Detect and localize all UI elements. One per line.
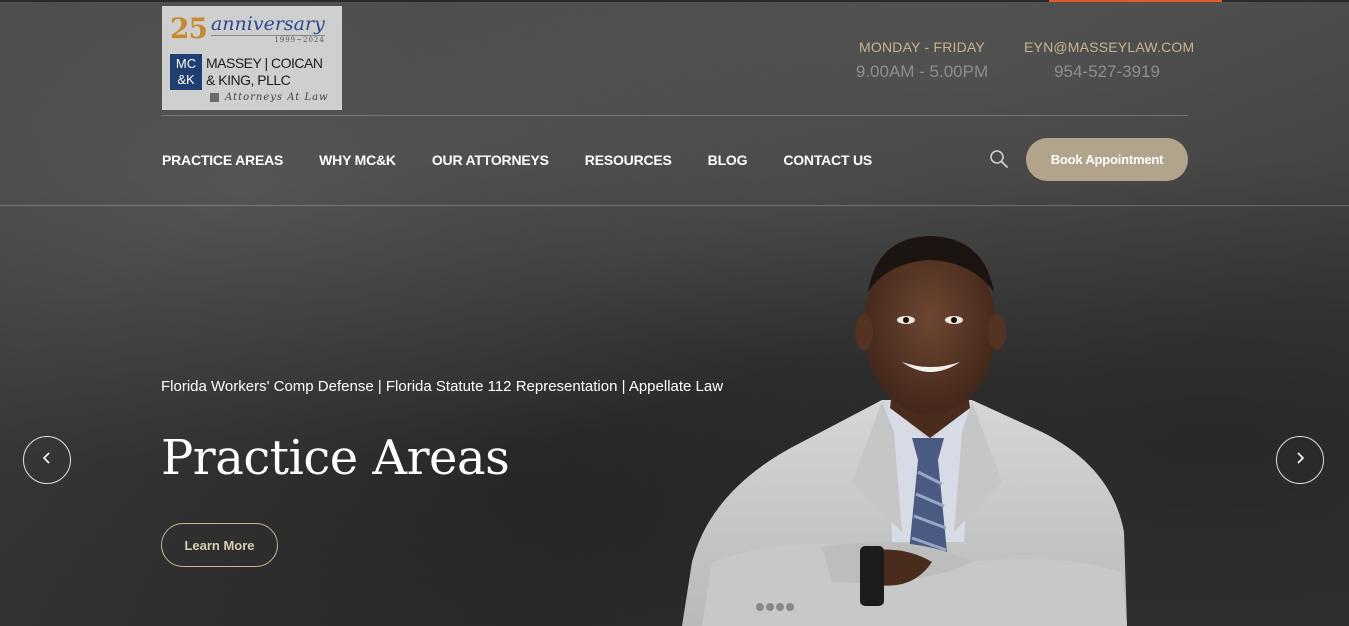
nav-item-blog[interactable]: BLOG: [708, 151, 748, 169]
logo-firm-name: MASSEY | COICAN & KING, PLLC: [206, 55, 323, 89]
logo-firm-line1: MASSEY | COICAN: [206, 55, 323, 71]
site-logo[interactable]: 25 anniversary 1999~2024 MC &K MASSEY | …: [162, 6, 342, 110]
site-header: 25 anniversary 1999~2024 MC &K MASSEY | …: [0, 0, 1349, 206]
slider-prev-button[interactable]: [23, 436, 71, 484]
slider-next-button[interactable]: [1276, 436, 1324, 484]
book-appointment-button[interactable]: Book Appointment: [1026, 138, 1188, 181]
logo-monogram-line1: MC: [175, 56, 197, 71]
logo-tagline: Attorneys At Law: [225, 92, 329, 103]
logo-anniversary-row: 25 anniversary 1999~2024: [170, 12, 334, 46]
logo-anniversary-number: 25: [170, 12, 208, 45]
email-link[interactable]: EYN@MASSEYLAW.COM: [1024, 38, 1194, 56]
nav-item-our-attorneys[interactable]: OUR ATTORNEYS: [432, 151, 549, 169]
contact-details: EYN@MASSEYLAW.COM 954-527-3919: [1024, 38, 1194, 82]
search-icon[interactable]: [989, 149, 1009, 169]
logo-square-mark: [210, 93, 219, 102]
hours-label: MONDAY - FRIDAY: [859, 39, 985, 55]
logo-anniversary-word: anniversary: [210, 13, 325, 35]
business-hours: MONDAY - FRIDAY 9.00AM - 5.00PM: [852, 38, 992, 82]
chevron-left-icon: [41, 451, 53, 470]
logo-anniversary-years: 1999~2024: [210, 35, 325, 44]
logo-monogram: MC &K: [170, 54, 202, 90]
logo-anniversary-text: anniversary 1999~2024: [210, 13, 325, 44]
hero-subtitle: Florida Workers' Comp Defense | Florida …: [161, 378, 724, 395]
hero-title: Practice Areas: [161, 430, 510, 486]
main-nav: PRACTICE AREAS WHY MC&K OUR ATTORNEYS RE…: [162, 151, 908, 169]
page: 25 anniversary 1999~2024 MC &K MASSEY | …: [0, 0, 1349, 626]
logo-firm-row: MC &K MASSEY | COICAN & KING, PLLC: [170, 54, 334, 90]
nav-item-resources[interactable]: RESOURCES: [585, 151, 672, 169]
learn-more-button[interactable]: Learn More: [161, 523, 278, 567]
chevron-right-icon: [1294, 451, 1306, 470]
attorney-portrait: [672, 232, 1132, 626]
phone-link[interactable]: 954-527-3919: [1024, 62, 1190, 82]
hours-value: 9.00AM - 5.00PM: [855, 62, 989, 81]
nav-item-practice-areas[interactable]: PRACTICE AREAS: [162, 151, 283, 169]
logo-firm-line2: & KING, PLLC: [206, 72, 291, 88]
logo-tagline-row: Attorneys At Law: [210, 92, 334, 103]
logo-monogram-line2: &K: [177, 72, 195, 87]
nav-item-why-mck[interactable]: WHY MC&K: [319, 151, 396, 169]
header-divider: [162, 115, 1188, 116]
nav-item-contact-us[interactable]: CONTACT US: [783, 151, 872, 169]
